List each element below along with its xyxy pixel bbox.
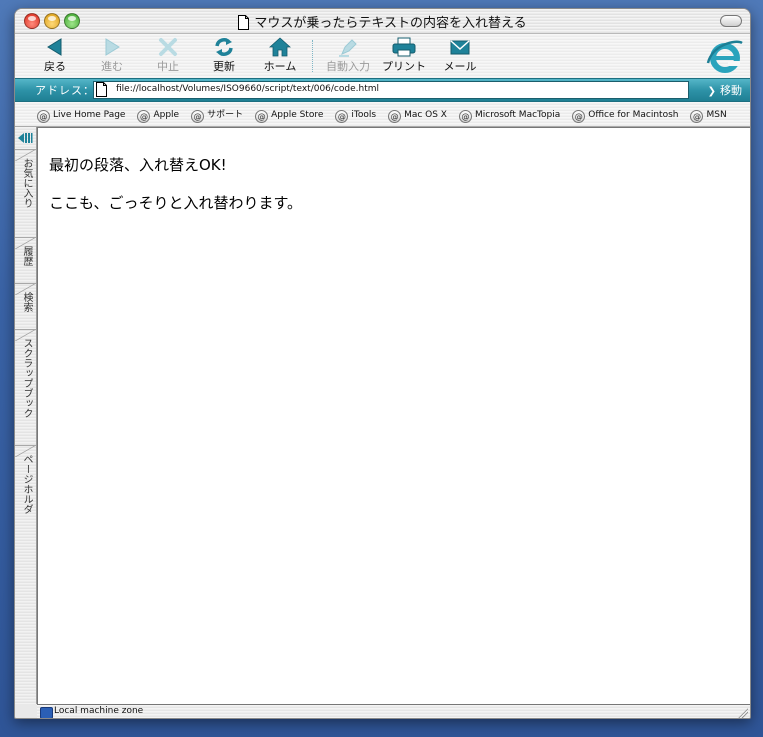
sidebar-tab-label: ページホルダ	[21, 454, 32, 514]
zone-status: Local machine zone	[54, 706, 144, 716]
favorite-link[interactable]: @ Apple	[137, 110, 179, 123]
print-button[interactable]: プリント	[376, 37, 432, 74]
at-sign-icon: @	[388, 110, 402, 123]
at-sign-icon: @	[255, 110, 269, 123]
explorer-sidebar: お気に入り 履歴 検索 スクラップブック ページホルダ	[15, 127, 37, 704]
favorite-link[interactable]: @ サポート	[191, 107, 243, 123]
at-sign-icon: @	[191, 110, 205, 123]
back-button[interactable]: 戻る	[27, 37, 83, 74]
sidebar-tab-scrapbook[interactable]: スクラップブック	[15, 329, 36, 446]
favorite-label: Microsoft MacTopia	[474, 110, 561, 120]
favorites-list: @ Live Home Page @ Apple @ サポート @ Apple Store @ i…	[37, 107, 739, 123]
refresh-label: 更新	[213, 60, 235, 73]
toolbar: 戻る 進む 中止 更新 ホーム 自動入力 プリント メール	[15, 34, 750, 78]
refresh-button[interactable]: 更新	[196, 37, 252, 74]
mail-envelope-icon	[450, 40, 470, 55]
favorite-label: iTools	[351, 110, 377, 120]
sidebar-tab-label: 検索	[21, 292, 32, 312]
sidebar-tab-page-holder[interactable]: ページホルダ	[15, 445, 36, 542]
chevron-right-icon: ❯	[707, 86, 716, 97]
favorite-label: MSN	[706, 110, 727, 120]
favorite-link[interactable]: @ iTools	[335, 110, 376, 123]
sidebar-tab-label: スクラップブック	[21, 338, 32, 418]
favorite-link[interactable]: @ Mac OS X	[388, 110, 447, 123]
home-button[interactable]: ホーム	[252, 37, 308, 74]
address-bar: アドレス： file://localhost/Volumes/ISO9660/s…	[15, 78, 750, 102]
favorite-link[interactable]: @ Office for Macintosh	[572, 110, 678, 123]
stop-button[interactable]: 中止	[140, 37, 196, 74]
sidebar-toggle-icon[interactable]	[17, 131, 33, 145]
mail-label: メール	[443, 60, 477, 73]
stop-x-icon	[159, 38, 177, 56]
page-icon	[96, 82, 107, 97]
stop-label: 中止	[157, 60, 179, 73]
page-content: 最初の段落、入れ替えOK! ここも、ごっそりと入れ替わります。	[37, 127, 750, 705]
sidebar-tab-label: 履歴	[21, 246, 32, 266]
back-arrow-icon	[47, 38, 62, 56]
at-sign-icon: @	[137, 110, 151, 123]
first-paragraph[interactable]: 最初の段落、入れ替えOK!	[49, 154, 227, 175]
toolbar-toggle-button[interactable]	[720, 15, 742, 27]
browser-window: マウスが乗ったらテキストの内容を入れ替える 戻る 進む 中止 更新 ホーム 自動…	[14, 8, 751, 719]
address-label: アドレス：	[35, 84, 95, 97]
favorite-link[interactable]: @ Apple Store	[255, 110, 323, 123]
at-sign-icon: @	[458, 110, 472, 123]
favorites-bar: @ Live Home Page @ Apple @ サポート @ Apple Store @ i…	[15, 102, 750, 127]
favorite-label: Live Home Page	[53, 110, 126, 120]
sidebar-tab-favorites[interactable]: お気に入り	[15, 149, 36, 238]
at-sign-icon: @	[572, 110, 586, 123]
autofill-pen-icon	[339, 39, 357, 57]
forward-arrow-icon	[105, 38, 120, 56]
favorite-label: Mac OS X	[404, 110, 447, 120]
go-button[interactable]: ❯ 移動	[708, 82, 742, 98]
address-url[interactable]: file://localhost/Volumes/ISO9660/script/…	[116, 84, 379, 94]
status-bar: Local machine zone	[37, 704, 750, 718]
autofill-button[interactable]: 自動入力	[320, 37, 376, 74]
go-label: 移動	[720, 84, 742, 97]
autofill-label: 自動入力	[326, 60, 370, 73]
mail-button[interactable]: メール	[432, 37, 488, 74]
internet-explorer-logo	[706, 40, 743, 73]
resize-grip[interactable]	[737, 707, 748, 718]
home-icon	[269, 37, 291, 57]
sidebar-tab-search[interactable]: 検索	[15, 283, 36, 330]
second-paragraph[interactable]: ここも、ごっそりと入れ替わります。	[49, 192, 302, 213]
favorite-label: Apple	[153, 110, 180, 120]
zone-icon	[40, 707, 53, 718]
document-icon	[238, 15, 250, 30]
favorite-link[interactable]: @ Live Home Page	[37, 110, 125, 123]
favorite-label: Apple Store	[271, 110, 324, 120]
toolbar-separator	[312, 40, 313, 72]
address-field[interactable]: file://localhost/Volumes/ISO9660/script/…	[93, 81, 689, 99]
favorite-link[interactable]: @ Microsoft MacTopia	[458, 110, 561, 123]
refresh-icon	[215, 38, 233, 56]
forward-button[interactable]: 進む	[84, 37, 140, 74]
at-sign-icon: @	[690, 110, 704, 123]
forward-label: 進む	[101, 60, 123, 73]
home-label: ホーム	[263, 60, 297, 73]
window-title: マウスが乗ったらテキストの内容を入れ替える	[254, 16, 527, 31]
at-sign-icon: @	[37, 110, 50, 123]
back-label: 戻る	[44, 60, 66, 73]
favorite-label: Office for Macintosh	[588, 110, 679, 120]
sidebar-tab-history[interactable]: 履歴	[15, 237, 36, 284]
print-label: プリント	[382, 60, 426, 73]
favorite-link[interactable]: @ MSN	[690, 110, 727, 123]
printer-icon	[392, 37, 416, 57]
at-sign-icon: @	[335, 110, 349, 123]
sidebar-tab-label: お気に入り	[21, 158, 32, 208]
title-bar[interactable]: マウスが乗ったらテキストの内容を入れ替える	[15, 9, 750, 34]
favorite-label: サポート	[207, 110, 244, 120]
